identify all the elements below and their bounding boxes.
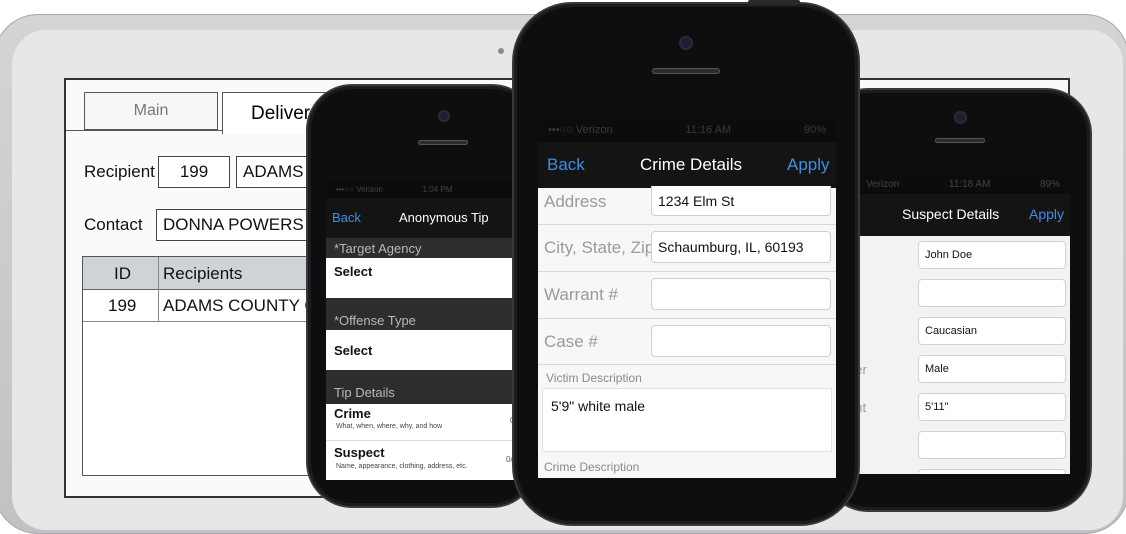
- case-label: Case #: [544, 332, 598, 351]
- phone-left-screen: •••○○ Verizon 1:04 PM Back Anonymous Tip…: [326, 180, 522, 480]
- status-time: 11:16 AM: [685, 124, 732, 136]
- section-gap: [326, 298, 522, 310]
- row-suspect-title: Suspect: [334, 445, 385, 460]
- status-time: 1:04 PM: [422, 184, 453, 194]
- field-separator: [538, 271, 836, 272]
- row-crime[interactable]: Crime What, when, where, why, and how 0: [326, 404, 522, 441]
- offense-type-select[interactable]: Select: [326, 330, 522, 370]
- warrant-input[interactable]: [651, 278, 831, 310]
- phone-right-camera: [956, 113, 965, 122]
- phone-center-camera: [681, 38, 691, 48]
- grid-cell-id[interactable]: 199: [108, 296, 136, 316]
- grid-header-recipients[interactable]: Recipients: [163, 264, 242, 284]
- nav-title: Anonymous Tip: [399, 210, 489, 225]
- nav-title: Suspect Details: [902, 206, 1000, 222]
- suspect-race-input[interactable]: Caucasian: [918, 317, 1066, 345]
- warrant-label: Warrant #: [544, 285, 619, 304]
- phone-right-speaker: [935, 138, 985, 143]
- status-carrier: •••○○ Verizon: [548, 124, 613, 136]
- phone-center-screen: •••○○ Verizon 11:16 AM 90% Back Crime De…: [538, 118, 836, 478]
- phone-left-speaker: [418, 140, 468, 145]
- case-input[interactable]: [651, 325, 831, 357]
- section-offense-type: *Offense Type: [326, 310, 522, 330]
- nav-apply-button[interactable]: Apply: [787, 155, 830, 175]
- address-input[interactable]: 1234 Elm St: [651, 186, 831, 216]
- offense-type-value: Select: [334, 343, 373, 358]
- status-bar-right: Verizon 11:18 AM 89%: [846, 174, 1070, 194]
- nav-title: Crime Details: [640, 155, 743, 174]
- row-crime-title: Crime: [334, 406, 371, 421]
- tab-divider-left: [66, 130, 222, 131]
- tab-main[interactable]: Main: [84, 92, 218, 130]
- suspect-name-input[interactable]: John Doe: [918, 241, 1066, 269]
- city-state-zip-label: City, State, Zip: [544, 238, 655, 257]
- status-bar-center: •••○○ Verizon 11:16 AM 90%: [538, 118, 836, 142]
- grid-column-divider: [158, 257, 159, 321]
- status-battery: 90%: [803, 124, 826, 136]
- field-separator: [538, 318, 836, 319]
- nav-back-button[interactable]: Back: [332, 210, 361, 225]
- section-tip-details: Tip Details: [326, 370, 522, 404]
- suspect-alias-input[interactable]: [918, 279, 1066, 307]
- nav-bar-left: Back Anonymous Tip: [326, 198, 522, 238]
- phone-right-screen: Verizon 11:18 AM 89% k Suspect Details A…: [846, 174, 1070, 474]
- suspect-height-input[interactable]: 5'11": [918, 393, 1066, 421]
- contact-label: Contact: [84, 215, 143, 234]
- status-carrier: •••○○ Verizon: [336, 184, 383, 194]
- city-state-zip-input[interactable]: Schaumburg, IL, 60193: [651, 231, 831, 263]
- victim-description-value: 5'9" white male: [551, 398, 646, 414]
- nav-bar-center: Back Crime Details Apply: [538, 142, 836, 188]
- target-agency-select[interactable]: Select: [326, 258, 522, 298]
- phone-center-power-button: [748, 0, 800, 5]
- phone-center-speaker: [652, 68, 720, 74]
- grid-header-id[interactable]: ID: [114, 264, 131, 284]
- row-suspect-count: 0/: [506, 455, 513, 464]
- suspect-weight-input[interactable]: [918, 431, 1066, 459]
- nav-apply-button[interactable]: Apply: [1029, 206, 1064, 222]
- section-target-agency: *Target Agency: [326, 238, 522, 258]
- contact-field[interactable]: DONNA POWERS: [156, 209, 326, 241]
- phone-left-camera: [440, 112, 448, 120]
- status-battery: 89%: [1039, 178, 1060, 190]
- status-bar-left: •••○○ Verizon 1:04 PM: [326, 180, 522, 198]
- suspect-gender-input[interactable]: Male: [918, 355, 1066, 383]
- grid-cell-recipient[interactable]: ADAMS COUNTY CR: [163, 296, 318, 316]
- tablet-camera: [498, 48, 504, 54]
- victim-description-label: Victim Description: [546, 371, 642, 385]
- nav-back-button[interactable]: Back: [547, 155, 585, 175]
- row-suspect-subtitle: Name, appearance, clothing, address, etc…: [336, 463, 468, 470]
- address-label: Address: [544, 192, 607, 211]
- field-separator: [538, 364, 836, 365]
- nav-bar-right: k Suspect Details Apply: [846, 194, 1070, 236]
- recipient-label: Recipient: [84, 162, 155, 181]
- row-crime-subtitle: What, when, where, why, and how: [336, 423, 443, 430]
- victim-description-textarea[interactable]: 5'9" white male: [542, 388, 832, 452]
- recipient-id-field[interactable]: 199: [158, 156, 230, 188]
- status-time: 11:18 AM: [948, 178, 991, 190]
- field-separator: [538, 224, 836, 225]
- target-agency-value: Select: [334, 264, 373, 279]
- status-carrier: Verizon: [866, 178, 900, 190]
